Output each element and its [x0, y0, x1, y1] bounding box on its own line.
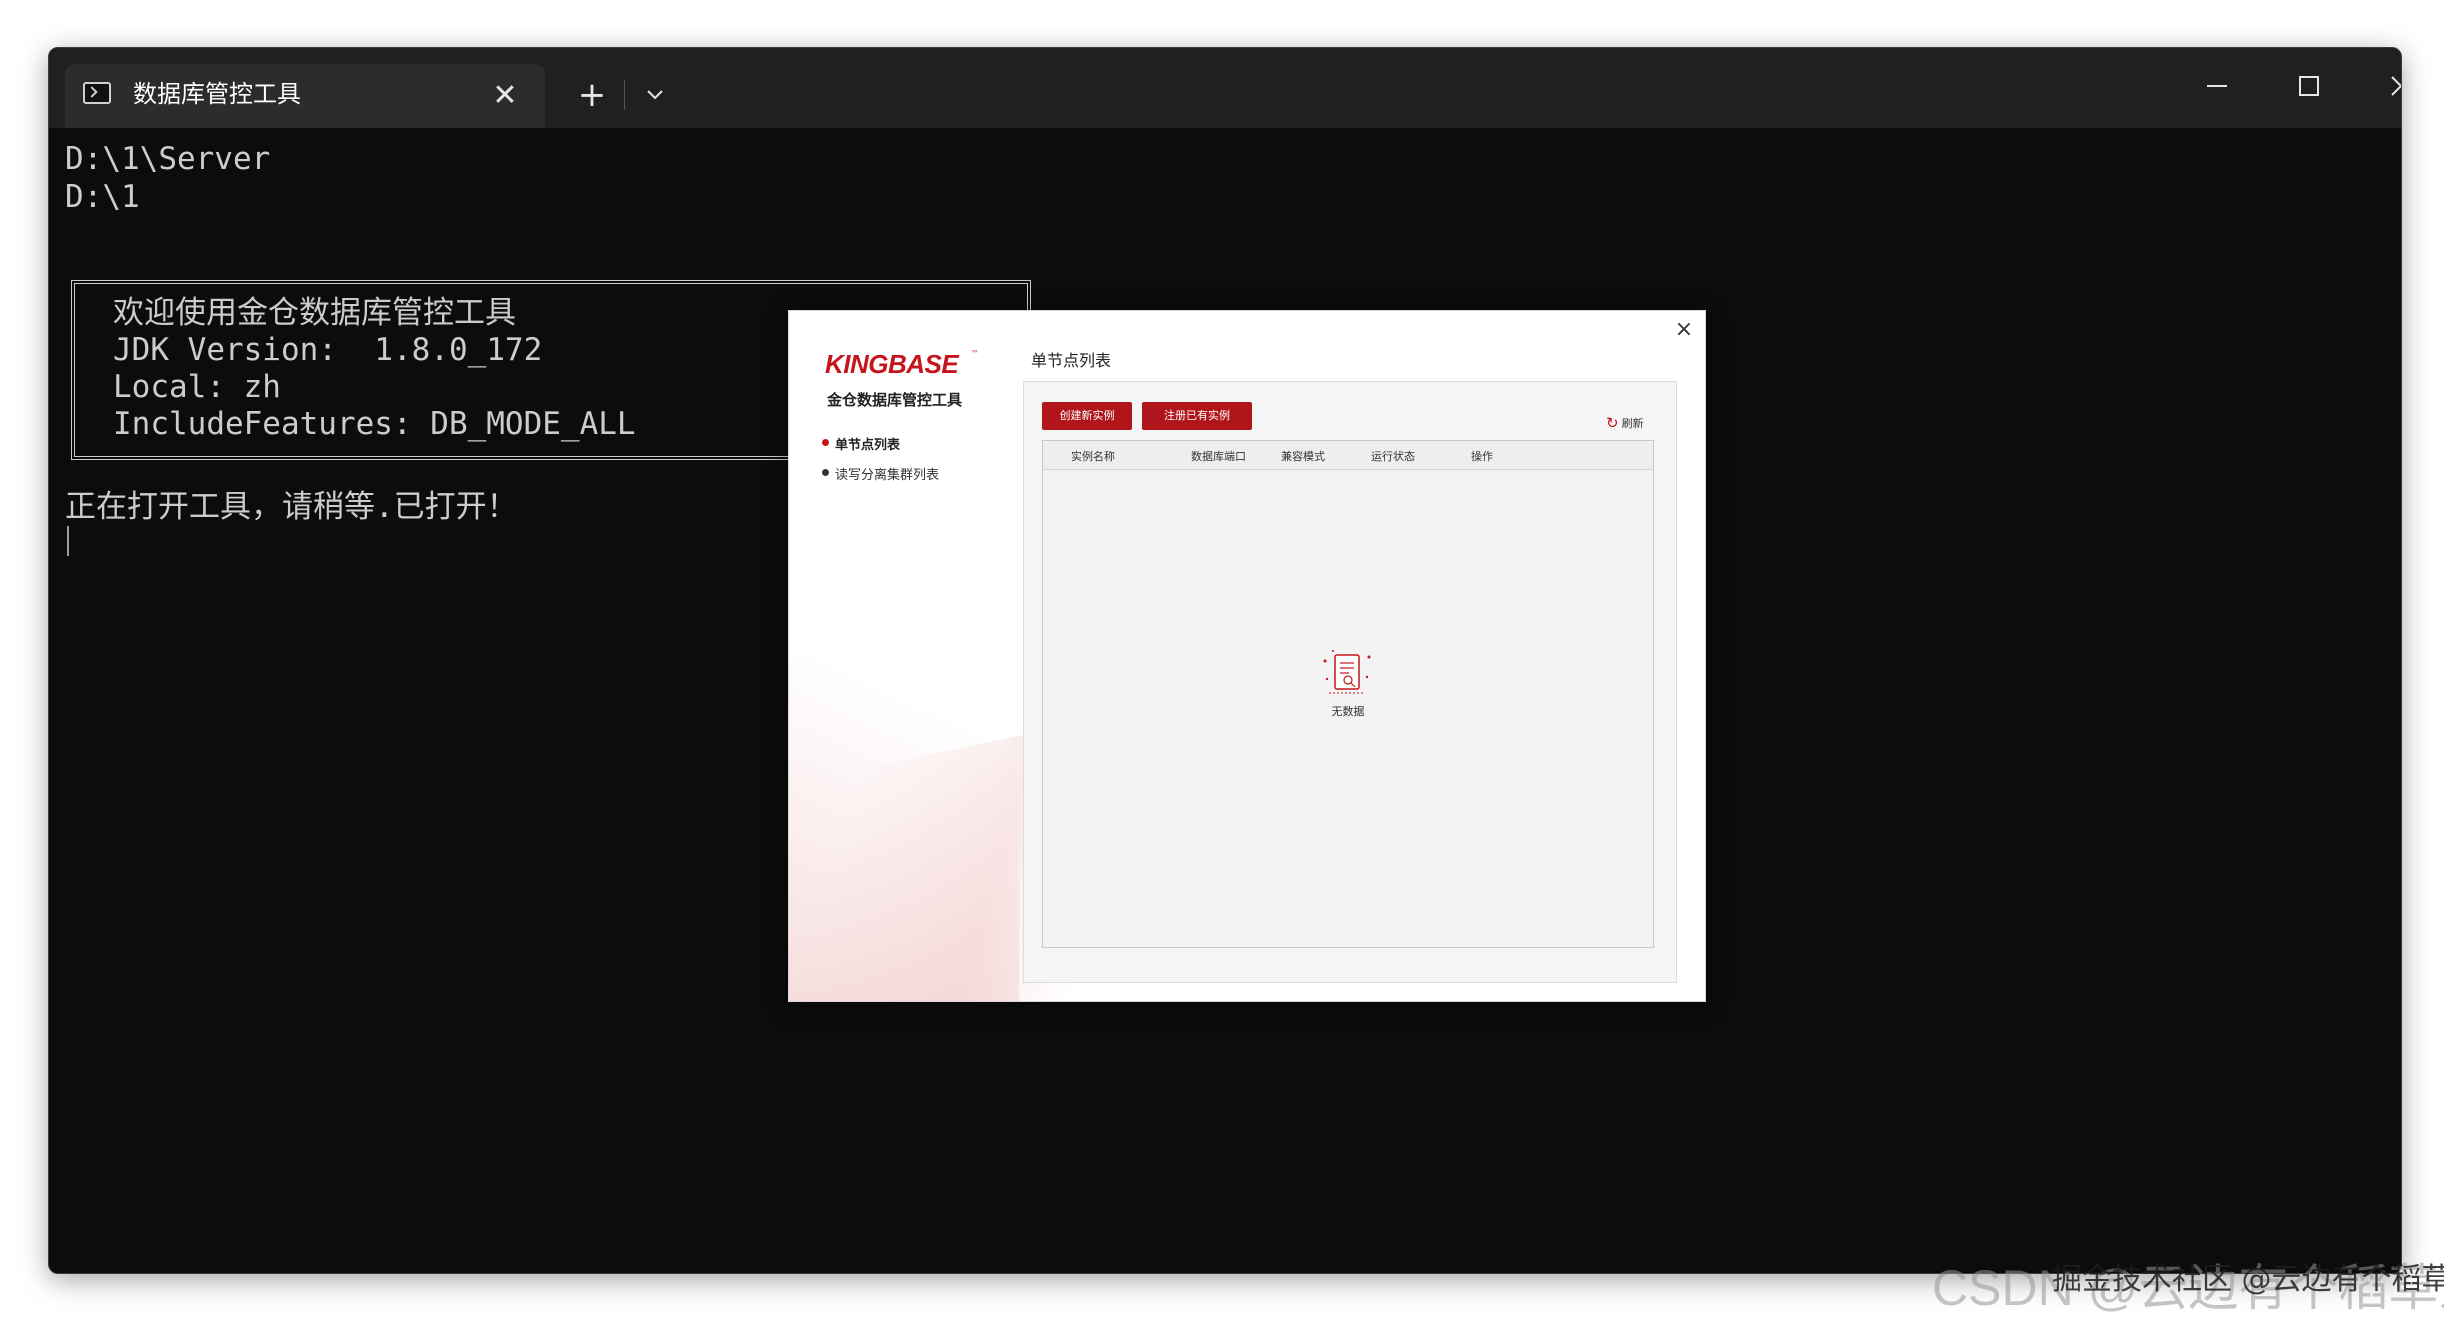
- terminal-line: D:\1: [65, 179, 140, 215]
- kingbase-app-window: KINGBASE ™ 金仓数据库管控工具 单节点列表 读写分离集群列表 × 单节…: [788, 310, 1706, 1002]
- terminal-tab[interactable]: 数据库管控工具 ✕: [65, 64, 545, 128]
- column-header-run-status: 运行状态: [1371, 450, 1415, 463]
- sidebar-item-single-node[interactable]: 单节点列表: [822, 434, 901, 453]
- content-panel: 创建新实例 注册已有实例 ↻ 刷新 实例名称 数据库端口 兼容模式 运行状态 操作: [1023, 381, 1677, 983]
- tab-separator: [624, 80, 625, 110]
- refresh-icon: ↻: [1606, 414, 1619, 432]
- sidebar-item-label: 读写分离集群列表: [835, 468, 940, 483]
- maximize-button[interactable]: [2263, 48, 2355, 128]
- refresh-button[interactable]: ↻ 刷新: [1606, 414, 1644, 432]
- terminal-line: D:\1\Server: [65, 141, 271, 177]
- banner-features: IncludeFeatures: DB_MODE_ALL: [113, 406, 636, 442]
- sidebar-item-rw-cluster[interactable]: 读写分离集群列表: [822, 464, 940, 483]
- close-icon: [2391, 76, 2401, 96]
- text-cursor: [67, 526, 69, 556]
- terminal-icon: [83, 82, 111, 104]
- logo-trademark: ™: [971, 349, 979, 358]
- refresh-label: 刷新: [1621, 417, 1644, 430]
- close-window-button[interactable]: [2355, 48, 2401, 128]
- sidebar-item-label: 单节点列表: [835, 438, 901, 453]
- app-name: 金仓数据库管控工具: [827, 391, 963, 409]
- column-header-db-port: 数据库端口: [1191, 450, 1246, 463]
- minimize-icon: [2207, 85, 2227, 87]
- banner-jdk-version: JDK Version: 1.8.0_172: [113, 332, 543, 368]
- page-title: 单节点列表: [1031, 351, 1112, 370]
- empty-data-label: 无数据: [1331, 705, 1365, 718]
- chevron-down-icon: [647, 90, 663, 100]
- column-header-compat-mode: 兼容模式: [1281, 450, 1325, 463]
- new-tab-button[interactable]: +: [569, 72, 615, 118]
- banner-locale: Local: zh: [113, 369, 281, 405]
- title-bar[interactable]: 数据库管控工具 ✕ +: [49, 48, 2401, 128]
- tab-title: 数据库管控工具: [133, 80, 301, 108]
- screen: 数据库管控工具 ✕ + D:\1\Server D:\1 欢迎使用金仓数据库管控…: [0, 0, 2444, 1319]
- watermark-juejin: 掘金技术社区 @云边有个稻草人: [2052, 1262, 2444, 1297]
- minimize-button[interactable]: [2171, 48, 2263, 128]
- bullet-icon: [822, 469, 829, 476]
- instance-table: 实例名称 数据库端口 兼容模式 运行状态 操作 无数据: [1042, 440, 1654, 948]
- tab-dropdown-button[interactable]: [633, 74, 679, 120]
- app-close-button[interactable]: ×: [1671, 317, 1697, 343]
- create-instance-button[interactable]: 创建新实例: [1042, 402, 1132, 430]
- maximize-icon: [2299, 76, 2319, 96]
- empty-data-icon: [1323, 650, 1371, 694]
- app-sidebar: KINGBASE ™ 金仓数据库管控工具 单节点列表 读写分离集群列表: [789, 311, 1019, 1001]
- register-instance-button[interactable]: 注册已有实例: [1142, 402, 1252, 430]
- kingbase-logo: KINGBASE: [825, 349, 959, 379]
- close-tab-icon[interactable]: ✕: [485, 76, 525, 116]
- terminal-status-line: 正在打开工具，请稍等.已打开！: [65, 489, 518, 525]
- column-header-instance-name: 实例名称: [1071, 450, 1115, 463]
- bullet-icon: [822, 439, 829, 446]
- column-header-actions: 操作: [1471, 450, 1493, 463]
- table-header: 实例名称 数据库端口 兼容模式 运行状态 操作: [1043, 441, 1653, 470]
- banner-title: 欢迎使用金仓数据库管控工具: [113, 295, 516, 331]
